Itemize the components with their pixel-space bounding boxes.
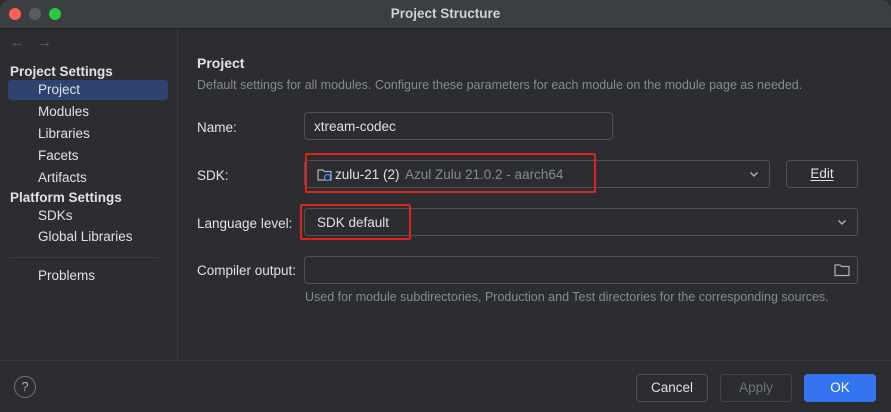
compiler-output-label: Compiler output: (197, 263, 297, 278)
sidebar-item-problems[interactable]: Problems (8, 266, 168, 286)
platform-settings-header: Platform Settings (10, 190, 122, 205)
window-title: Project Structure (390, 6, 501, 21)
page-description: Default settings for all modules. Config… (197, 78, 803, 92)
back-arrow-icon[interactable]: ← (10, 34, 25, 51)
sidebar-item-sdks[interactable]: SDKs (8, 206, 168, 226)
language-level-value: SDK default (317, 215, 390, 230)
forward-arrow-icon[interactable]: → (37, 34, 52, 51)
cancel-button[interactable]: Cancel (636, 374, 708, 402)
name-label: Name: (197, 120, 237, 135)
ok-button[interactable]: OK (804, 374, 876, 402)
compiler-output-hint: Used for module subdirectories, Producti… (305, 290, 829, 304)
nav-arrows: ← → (10, 34, 64, 51)
project-settings-header: Project Settings (10, 64, 113, 79)
sdk-edit-button[interactable]: Edit (786, 160, 858, 188)
language-level-dropdown[interactable]: SDK default (304, 208, 858, 236)
jdk-folder-icon (317, 167, 333, 185)
sidebar-item-artifacts[interactable]: Artifacts (8, 168, 168, 188)
sdk-label: SDK: (197, 168, 229, 183)
compiler-output-input[interactable] (304, 256, 858, 284)
sidebar: ← → Project Settings Project Modules Libr… (0, 29, 178, 360)
dialog-footer: ? Cancel Apply OK (0, 360, 891, 412)
sdk-detail: Azul Zulu 21.0.2 - aarch64 (405, 167, 564, 182)
name-input-value: xtream-codec (314, 119, 396, 134)
sdk-dropdown[interactable]: zulu-21 (2) Azul Zulu 21.0.2 - aarch64 (304, 160, 770, 188)
chevron-down-icon (838, 220, 846, 225)
sidebar-item-project[interactable]: Project (8, 80, 168, 100)
sidebar-item-facets[interactable]: Facets (8, 146, 168, 166)
project-settings-panel: Project Default settings for all modules… (178, 29, 891, 360)
language-level-label: Language level: (197, 216, 293, 231)
project-structure-dialog: Project Structure ← → Project Settings Pr… (0, 0, 891, 412)
sidebar-divider (10, 257, 158, 258)
sdk-edit-label: Edit (810, 166, 834, 181)
title-bar: Project Structure (0, 0, 891, 29)
browse-folder-icon[interactable] (834, 263, 850, 280)
sidebar-item-libraries[interactable]: Libraries (8, 124, 168, 144)
chevron-down-icon (750, 172, 758, 177)
page-title: Project (197, 55, 245, 71)
apply-button[interactable]: Apply (720, 374, 792, 402)
name-input[interactable]: xtream-codec (304, 112, 613, 140)
help-icon[interactable]: ? (14, 376, 36, 398)
sidebar-item-global-libraries[interactable]: Global Libraries (8, 227, 168, 247)
sdk-name: zulu-21 (2) (335, 167, 400, 182)
sidebar-item-modules[interactable]: Modules (8, 102, 168, 122)
